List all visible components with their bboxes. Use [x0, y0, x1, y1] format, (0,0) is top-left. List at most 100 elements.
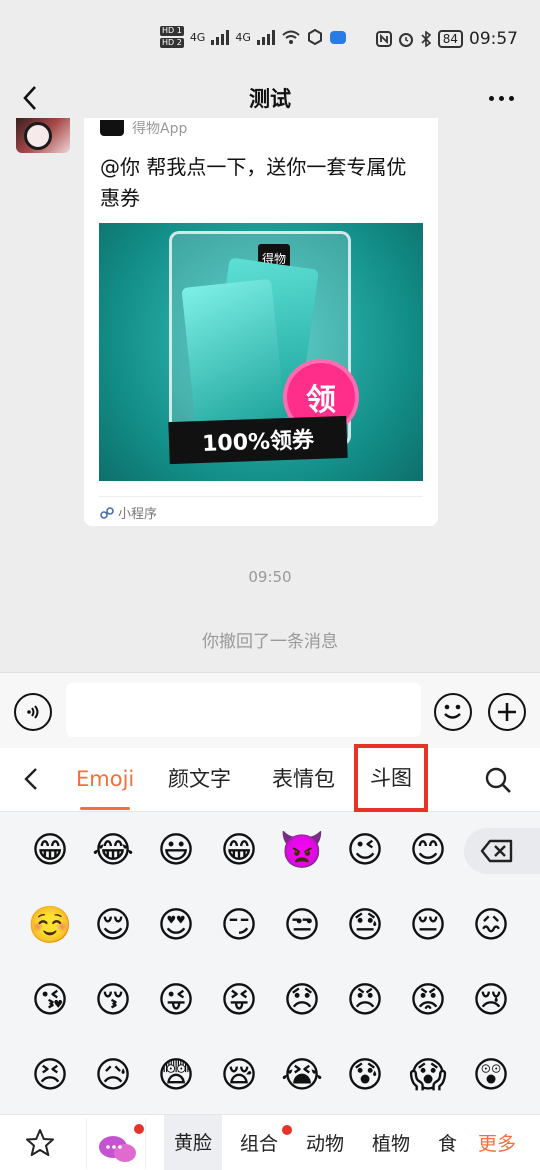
- tab-emoji[interactable]: Emoji: [76, 762, 134, 810]
- emoji-key[interactable]: 😥: [90, 1053, 136, 1099]
- network-type-1: 4G: [189, 30, 206, 44]
- emoji-key[interactable]: 😌: [90, 903, 136, 949]
- app-notification-icon: [329, 31, 346, 44]
- emoji-key[interactable]: 😔: [405, 903, 451, 949]
- new-badge-dot: [282, 1125, 292, 1135]
- status-bar: HD 1 HD 2 4G 4G 84 09:57: [0, 0, 540, 78]
- dot-icon: [508, 95, 514, 101]
- card-footer: 小程序: [100, 503, 157, 522]
- keyboard-back-button[interactable]: [16, 764, 46, 794]
- emoji-key[interactable]: 😁: [216, 828, 262, 874]
- coupon-image[interactable]: 得物 领 100%领券: [99, 223, 423, 481]
- emoji-key[interactable]: 😰: [342, 1053, 388, 1099]
- backspace-icon: [480, 839, 513, 863]
- tab-stickers[interactable]: 表情包: [272, 762, 335, 796]
- chat-header: 测试: [0, 78, 540, 118]
- emoji-key[interactable]: 👿: [279, 828, 325, 874]
- signal-icon: [211, 29, 230, 45]
- search-icon[interactable]: [484, 766, 512, 794]
- emoji-key[interactable]: ☺️: [27, 903, 73, 949]
- card-source: 得物App: [100, 118, 187, 138]
- more-categories-button[interactable]: 更多: [478, 1129, 516, 1156]
- tab-meme-battle[interactable]: 斗图: [354, 744, 428, 812]
- category-yellow-face[interactable]: 黄脸: [164, 1115, 223, 1170]
- network-indicators: HD 1 HD 2 4G 4G: [160, 26, 347, 48]
- battery-indicator: 84: [437, 30, 463, 48]
- add-button[interactable]: [488, 693, 526, 731]
- emoji-key[interactable]: 😒: [279, 903, 325, 949]
- emoji-category-bar: 黄脸 组合 动物 植物 食 更多: [0, 1114, 540, 1170]
- plus-icon: [498, 703, 516, 721]
- mini-program-card[interactable]: 得物App @你 帮我点一下，送你一套专属优惠券 得物 领 100%领券 小程序: [84, 118, 438, 526]
- wifi-icon: [282, 30, 300, 44]
- nfc-icon: [375, 31, 392, 47]
- dot-icon: [498, 95, 504, 101]
- back-button[interactable]: [14, 82, 46, 114]
- voice-button[interactable]: [14, 693, 52, 731]
- emoji-key[interactable]: 😘: [27, 978, 73, 1024]
- message-input[interactable]: [66, 683, 421, 737]
- dot-icon: [488, 95, 494, 101]
- chat-area[interactable]: 得物App @你 帮我点一下，送你一套专属优惠券 得物 领 100%领券 小程序…: [0, 118, 540, 672]
- delete-button[interactable]: [464, 828, 540, 874]
- keyboard-tabs: Emoji 颜文字 表情包 斗图: [0, 744, 540, 812]
- emoji-key[interactable]: 😉: [342, 828, 388, 874]
- emoji-key[interactable]: 😱: [405, 1053, 451, 1099]
- emoji-keyboard: Emoji 颜文字 表情包 斗图 😁 😂 😃 😁 👿 😉 😊 ☺️ 😌 😍 😏 😒 😓 😔 😖 😘 😚 😜 😝 😞 😠 😡…: [0, 744, 540, 1170]
- chat-bubble-icon: [99, 1124, 144, 1162]
- alarm-icon: [398, 33, 413, 47]
- coupon-ticket: [181, 278, 287, 438]
- emoji-key[interactable]: 😍: [153, 903, 199, 949]
- hd2-badge: HD 2: [160, 38, 184, 48]
- emoji-key[interactable]: 😠: [342, 978, 388, 1024]
- card-footer-label: 小程序: [118, 507, 158, 522]
- emoji-key[interactable]: 😓: [342, 903, 388, 949]
- hexagon-icon: [307, 29, 322, 45]
- emoji-key[interactable]: 😊: [405, 828, 451, 874]
- emoji-key[interactable]: 😞: [279, 978, 325, 1024]
- category-food[interactable]: 食: [438, 1129, 457, 1156]
- claim-banner: 100%领券: [168, 415, 348, 465]
- message-timestamp: 09:50: [248, 568, 292, 586]
- source-logo-icon: [100, 120, 124, 136]
- category-combo[interactable]: 组合: [240, 1129, 278, 1156]
- category-animals[interactable]: 动物: [306, 1129, 344, 1156]
- emoji-key[interactable]: 😲: [468, 1053, 514, 1099]
- card-divider: [99, 496, 423, 497]
- source-name: 得物App: [132, 121, 188, 137]
- chat-title: 测试: [249, 87, 291, 111]
- emoji-key[interactable]: 😭: [279, 1053, 325, 1099]
- sender-avatar[interactable]: [16, 118, 70, 153]
- category-plants[interactable]: 植物: [372, 1129, 410, 1156]
- emoji-key[interactable]: 😁: [27, 828, 73, 874]
- emoji-key[interactable]: 😢: [468, 978, 514, 1024]
- mini-program-icon: [100, 506, 114, 519]
- emoji-key[interactable]: 😚: [90, 978, 136, 1024]
- emoji-button[interactable]: [434, 693, 472, 731]
- emoji-key[interactable]: 😝: [216, 978, 262, 1024]
- emoji-key[interactable]: 😡: [405, 978, 451, 1024]
- signal-icon-2: [256, 29, 275, 45]
- more-options-button[interactable]: [484, 82, 518, 114]
- emoji-key[interactable]: 😨: [153, 1053, 199, 1099]
- status-right: 84 09:57: [375, 29, 518, 49]
- hd-badges: HD 1 HD 2: [160, 26, 184, 48]
- emoji-key[interactable]: 😖: [468, 903, 514, 949]
- input-bar: [0, 672, 540, 748]
- chevron-left-icon: [23, 86, 36, 110]
- emoji-key[interactable]: 😪: [216, 1053, 262, 1099]
- emoji-key[interactable]: 😂: [90, 828, 136, 874]
- tab-kaomoji[interactable]: 颜文字: [168, 762, 231, 796]
- network-type-2: 4G: [235, 30, 251, 44]
- card-message-text: @你 帮我点一下，送你一套专属优惠券: [100, 155, 407, 210]
- star-icon[interactable]: [24, 1127, 56, 1159]
- emoji-key[interactable]: 😃: [153, 828, 199, 874]
- recall-notice: 你撤回了一条消息: [202, 632, 338, 652]
- emoji-key[interactable]: 😏: [216, 903, 262, 949]
- voice-icon: [27, 705, 39, 719]
- emoji-key[interactable]: 😣: [27, 1053, 73, 1099]
- bluetooth-icon: [421, 31, 431, 47]
- sticker-pack-button[interactable]: [86, 1119, 146, 1169]
- status-time: 09:57: [469, 29, 518, 49]
- emoji-key[interactable]: 😜: [153, 978, 199, 1024]
